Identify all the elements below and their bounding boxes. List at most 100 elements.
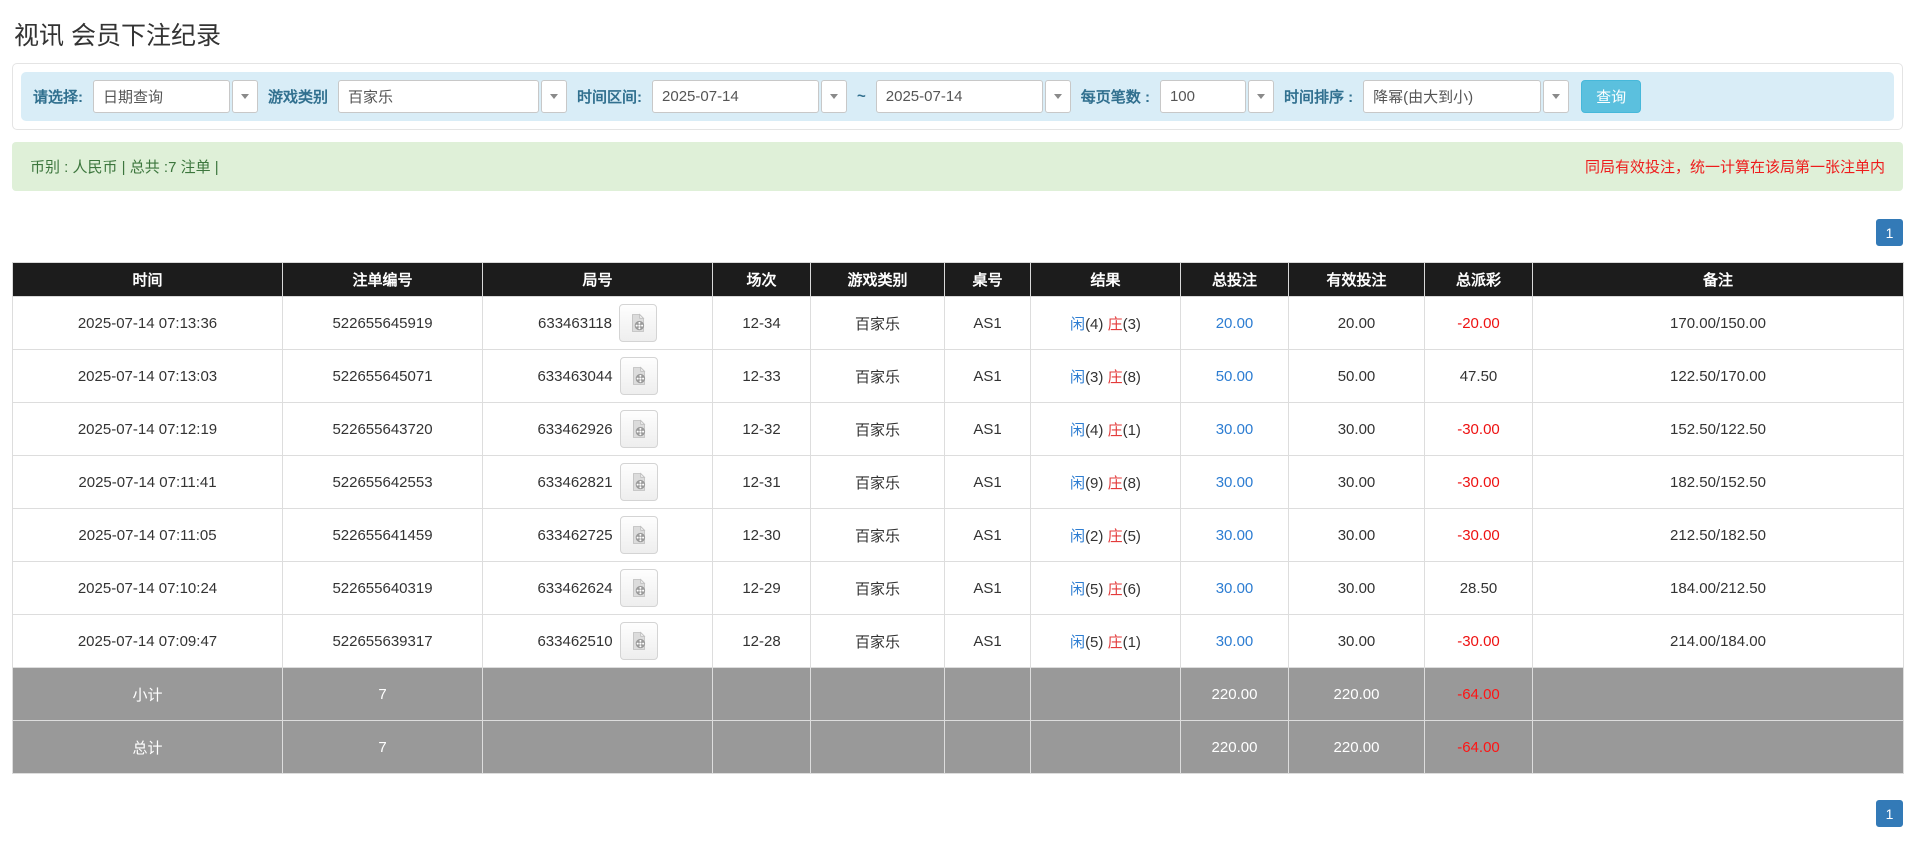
date-from-input[interactable]: 2025-07-14: [652, 80, 848, 113]
table-row: 2025-07-14 07:13:36 522655645919 633463118…: [12, 296, 1904, 350]
total-bet-link[interactable]: 30.00: [1216, 527, 1254, 544]
table-row: 2025-07-14 07:11:05 522655641459 633462725…: [12, 508, 1904, 562]
total-bet-link[interactable]: 30.00: [1216, 580, 1254, 597]
video-replay-button[interactable]: [618, 304, 657, 342]
banker-result-label: 庄: [1107, 527, 1123, 545]
total-count: 7: [282, 667, 483, 721]
chevron-down-icon: [232, 80, 258, 113]
sort-order-select[interactable]: 降幂(由大到小): [1363, 80, 1570, 113]
banker-result-label: 庄: [1107, 421, 1123, 439]
cell-result: 闲(9) 庄(8): [1030, 455, 1181, 509]
cell-session: 12-31: [712, 455, 811, 509]
cell-session: 12-28: [712, 614, 811, 668]
cell-bet-number: 522655639317: [282, 614, 483, 668]
cell-time: 2025-07-14 07:12:19: [12, 402, 283, 456]
cell-game-type: 百家乐: [810, 296, 945, 350]
same-round-note-text: 同局有效投注，统一计算在该局第一张注单内: [1584, 159, 1885, 176]
cell-round-number: 633462725: [482, 508, 713, 562]
video-record-icon: [632, 313, 645, 332]
column-header: 时间: [12, 262, 283, 297]
query-type-select[interactable]: 日期查询: [93, 80, 258, 113]
cell-time: 2025-07-14 07:11:05: [12, 508, 283, 562]
chevron-down-icon: [821, 80, 848, 113]
video-record-icon: [632, 419, 646, 438]
filter-bar: 请选择: 日期查询 游戏类别 百家乐 时间区间: 2025-07-14 ~ 20…: [21, 72, 1894, 121]
table-row: 2025-07-14 07:09:47 522655639317 633462510…: [12, 614, 1904, 668]
cell-round-number: 633462624: [482, 561, 713, 615]
cell-total-bet: 30.00: [1180, 508, 1289, 562]
video-replay-button[interactable]: [619, 463, 658, 501]
cell-note: 214.00/184.00: [1532, 614, 1904, 668]
banker-result-score: (3): [1122, 315, 1141, 333]
cell-result: 闲(5) 庄(6): [1030, 561, 1181, 615]
video-replay-button[interactable]: [619, 569, 658, 607]
cell-result: 闲(3) 庄(8): [1030, 349, 1181, 403]
column-header: 桌号: [944, 262, 1031, 297]
player-result-score: (2): [1085, 527, 1104, 545]
cell-valid-bet: 30.00: [1288, 561, 1425, 615]
cell-bet-number: 522655645071: [282, 349, 483, 403]
sort-order-label: 时间排序 :: [1283, 89, 1354, 106]
page-1-button[interactable]: 1: [1876, 800, 1903, 827]
payout-value: -30.00: [1457, 420, 1500, 438]
cell-valid-bet: 30.00: [1288, 402, 1425, 456]
video-replay-button[interactable]: [619, 516, 658, 554]
cell-time: 2025-07-14 07:09:47: [12, 614, 283, 668]
currency-summary-text: 币别 : 人民币 | 总共 :7 注单 |: [30, 159, 219, 176]
cell-bet-number: 522655643720: [282, 402, 483, 456]
cell-bet-number: 522655645919: [282, 296, 483, 350]
cell-total-bet: 20.00: [1180, 296, 1289, 350]
game-type-select[interactable]: 百家乐: [338, 80, 568, 113]
banker-result-score: (8): [1122, 474, 1141, 492]
total-bet-link[interactable]: 30.00: [1216, 421, 1254, 438]
banker-result-score: (8): [1122, 368, 1141, 386]
player-result-label: 闲: [1070, 368, 1086, 386]
cell-total-bet: 50.00: [1180, 349, 1289, 403]
cell-round-number: 633463044: [482, 349, 713, 403]
date-to-input[interactable]: 2025-07-14: [875, 80, 1071, 113]
cell-session: 12-29: [712, 561, 811, 615]
payout-value: -30.00: [1457, 526, 1500, 544]
total-empty-cell: [810, 667, 945, 721]
cell-note: 182.50/152.50: [1532, 455, 1904, 509]
round-number-text: 633462624: [537, 579, 613, 597]
video-replay-button[interactable]: [619, 357, 658, 395]
total-bet-link[interactable]: 30.00: [1216, 474, 1254, 491]
summary-bar: 币别 : 人民币 | 总共 :7 注单 | 同局有效投注，统一计算在该局第一张注…: [12, 142, 1903, 191]
date-to-value: 2025-07-14: [875, 80, 1043, 113]
sort-order-value: 降幂(由大到小): [1363, 80, 1542, 113]
round-number-text: 633462510: [537, 632, 613, 650]
player-result-label: 闲: [1070, 633, 1086, 651]
payout-sum: -64.00: [1424, 720, 1533, 774]
payout-value: 28.50: [1459, 579, 1498, 597]
cell-total-bet: 30.00: [1180, 402, 1289, 456]
pagination-bottom: 1: [12, 800, 1903, 827]
cell-total-bet: 30.00: [1180, 455, 1289, 509]
cell-note: 212.50/182.50: [1532, 508, 1904, 562]
total-row: 总计 7 220.00 220.00 -64.00: [12, 720, 1904, 774]
total-label: 小计: [12, 667, 283, 721]
cell-table-number: AS1: [944, 455, 1031, 509]
total-bet-link[interactable]: 20.00: [1216, 315, 1254, 332]
round-number-text: 633462926: [537, 420, 613, 438]
cell-session: 12-30: [712, 508, 811, 562]
table-header-row: 时间 注单编号 局号 场次 游戏类别 桌号 结果 总投注 有效投注 总派彩 备注: [12, 262, 1904, 297]
round-number-text: 633462821: [537, 473, 613, 491]
pagination-top: 1: [12, 219, 1903, 246]
payout-value: -20.00: [1457, 314, 1500, 332]
cell-game-type: 百家乐: [810, 349, 945, 403]
video-record-icon: [632, 472, 646, 491]
cell-result: 闲(2) 庄(5): [1030, 508, 1181, 562]
page-size-select[interactable]: 100: [1159, 80, 1274, 113]
round-number-text: 633463118: [538, 314, 612, 332]
page-1-button[interactable]: 1: [1876, 219, 1903, 246]
total-empty-cell: [944, 720, 1031, 774]
video-replay-button[interactable]: [619, 410, 658, 448]
round-number-text: 633462725: [537, 526, 613, 544]
query-button[interactable]: 查询: [1581, 80, 1642, 113]
banker-result-score: (1): [1122, 633, 1141, 651]
cell-valid-bet: 20.00: [1288, 296, 1425, 350]
video-replay-button[interactable]: [619, 622, 658, 660]
total-bet-link[interactable]: 50.00: [1216, 368, 1254, 385]
total-bet-link[interactable]: 30.00: [1216, 633, 1254, 650]
